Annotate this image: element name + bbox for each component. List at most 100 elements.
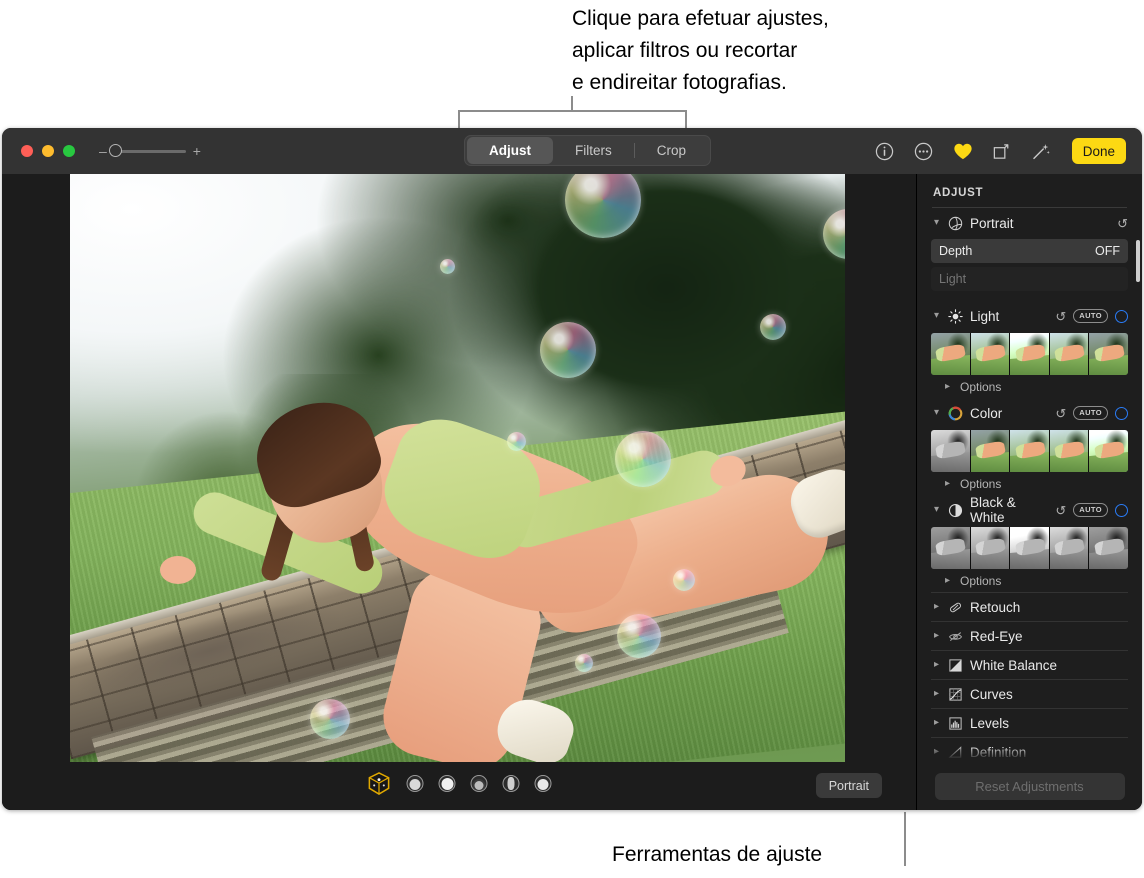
chevron-right-icon[interactable]: ▸ [943, 382, 952, 392]
reset-light-icon[interactable]: ↺ [1055, 310, 1066, 323]
color-thumb[interactable] [931, 430, 971, 472]
chevron-down-icon[interactable]: ▾ [932, 505, 941, 515]
group-portrait[interactable]: ▾ Portrait ↺ [931, 208, 1128, 238]
chevron-down-icon[interactable]: ▾ [932, 311, 941, 321]
tool-white-balance[interactable]: ▸ White Balance [931, 650, 1128, 679]
bw-options-toggle[interactable]: ▸ Options [931, 570, 1128, 592]
chevron-right-icon[interactable]: ▸ [932, 602, 941, 612]
zoom-in-icon[interactable]: + [193, 144, 201, 158]
bw-thumb[interactable] [931, 527, 971, 569]
white-balance-icon [948, 658, 963, 673]
auto-color-badge[interactable]: AUTO [1073, 406, 1108, 420]
rotate-icon[interactable] [991, 140, 1013, 162]
chevron-right-icon[interactable]: ▸ [932, 631, 941, 641]
tool-red-eye[interactable]: ▸ Red-Eye [931, 621, 1128, 650]
maximize-button[interactable] [63, 145, 75, 157]
tab-filters[interactable]: Filters [553, 137, 634, 164]
bw-filmstrip[interactable] [931, 527, 1128, 569]
tab-crop[interactable]: Crop [635, 137, 708, 164]
lighting-effects-bar: Portrait [2, 762, 916, 810]
zoom-slider-knob[interactable] [108, 144, 122, 157]
light-thumb[interactable] [1089, 333, 1128, 375]
high-key-light-mono-icon[interactable] [534, 775, 552, 792]
group-color[interactable]: ▾ Color ↺ AUTO [931, 398, 1128, 428]
portrait-depth-label: Depth [939, 244, 973, 258]
bubble-medium-mid [615, 431, 671, 487]
minimize-button[interactable] [42, 145, 54, 157]
info-icon[interactable] [874, 140, 896, 162]
edited-photo[interactable] [70, 174, 845, 762]
tab-adjust[interactable]: Adjust [467, 137, 553, 164]
light-toggle[interactable] [1115, 309, 1128, 323]
portrait-depth-row[interactable]: Depth OFF [931, 239, 1128, 263]
bw-thumb[interactable] [1089, 527, 1128, 569]
chevron-right-icon[interactable]: ▸ [932, 689, 941, 699]
levels-icon [948, 716, 963, 731]
color-thumb[interactable] [970, 430, 1011, 472]
portrait-light-row[interactable]: Light [931, 267, 1128, 291]
stage-light-icon[interactable] [470, 775, 488, 792]
bw-options-label: Options [960, 574, 1002, 588]
tool-retouch-label: Retouch [970, 599, 1021, 615]
tool-levels-label: Levels [970, 715, 1010, 731]
chevron-right-icon[interactable]: ▸ [932, 660, 941, 670]
color-thumb[interactable] [1049, 430, 1090, 472]
chevron-down-icon[interactable]: ▾ [932, 218, 941, 228]
bw-thumb[interactable] [970, 527, 1011, 569]
reset-color-icon[interactable]: ↺ [1055, 407, 1066, 420]
color-options-toggle[interactable]: ▸ Options [931, 473, 1128, 495]
more-options-icon[interactable] [913, 140, 935, 162]
color-thumb[interactable] [1089, 430, 1128, 472]
chevron-right-icon[interactable]: ▸ [943, 576, 952, 586]
stage-light-mono-icon[interactable] [502, 775, 520, 792]
bw-thumb-selected[interactable] [1010, 527, 1050, 569]
photo-canvas: Portrait [2, 174, 916, 810]
zoom-slider[interactable]: – + [99, 144, 201, 158]
sidebar-scrollbar[interactable] [1136, 240, 1140, 282]
color-filmstrip[interactable] [931, 430, 1128, 472]
group-light-label: Light [970, 308, 1000, 324]
contour-light-icon[interactable] [438, 775, 456, 792]
tool-levels[interactable]: ▸ Levels [931, 708, 1128, 737]
reset-portrait-icon[interactable]: ↺ [1117, 217, 1128, 230]
adjust-sidebar-scroll[interactable]: ADJUST ▾ Portrait ↺ Depth OFF Light ▾ Li… [917, 174, 1142, 762]
close-button[interactable] [21, 145, 33, 157]
auto-bw-badge[interactable]: AUTO [1073, 503, 1108, 517]
natural-light-cube-icon[interactable] [367, 771, 392, 796]
light-thumb-selected[interactable] [1010, 333, 1050, 375]
reset-bw-icon[interactable]: ↺ [1055, 504, 1066, 517]
auto-enhance-wand-icon[interactable] [1030, 140, 1052, 162]
group-light[interactable]: ▾ Light ↺ AUTO [931, 301, 1128, 331]
color-thumb-selected[interactable] [1010, 430, 1050, 472]
chevron-right-icon[interactable]: ▸ [932, 747, 941, 757]
portrait-badge[interactable]: Portrait [815, 773, 882, 798]
bubble-grass-b [575, 654, 593, 672]
light-filmstrip[interactable] [931, 333, 1128, 375]
reset-adjustments-button[interactable]: Reset Adjustments [934, 772, 1125, 800]
chevron-right-icon[interactable]: ▸ [932, 718, 941, 728]
light-thumb[interactable] [970, 333, 1011, 375]
chevron-right-icon[interactable]: ▸ [943, 479, 952, 489]
zoom-out-icon[interactable]: – [99, 144, 107, 158]
top-callout-text: Clique para efetuar ajustes, aplicar fil… [572, 7, 829, 94]
tool-retouch[interactable]: ▸ Retouch [931, 592, 1128, 621]
auto-light-badge[interactable]: AUTO [1073, 309, 1108, 323]
favorite-heart-icon[interactable] [952, 140, 974, 162]
zoom-slider-track[interactable] [108, 144, 186, 157]
bw-thumb[interactable] [1049, 527, 1090, 569]
bw-toggle[interactable] [1115, 503, 1128, 517]
light-thumb[interactable] [931, 333, 971, 375]
chevron-down-icon[interactable]: ▾ [932, 408, 941, 418]
light-options-label: Options [960, 380, 1002, 394]
light-thumb[interactable] [1049, 333, 1090, 375]
portrait-lighting-picker[interactable] [367, 771, 552, 796]
studio-light-icon[interactable] [406, 775, 424, 792]
edit-mode-segmented-control[interactable]: Adjust Filters Crop [464, 135, 712, 166]
group-black-and-white[interactable]: ▾ Black & White ↺ AUTO [931, 495, 1128, 525]
done-button[interactable]: Done [1071, 138, 1126, 164]
color-toggle[interactable] [1115, 406, 1128, 420]
top-callout-bracket [458, 110, 687, 112]
tool-definition[interactable]: ▸ Definition [931, 737, 1128, 762]
tool-curves[interactable]: ▸ Curves [931, 679, 1128, 708]
light-options-toggle[interactable]: ▸ Options [931, 376, 1128, 398]
